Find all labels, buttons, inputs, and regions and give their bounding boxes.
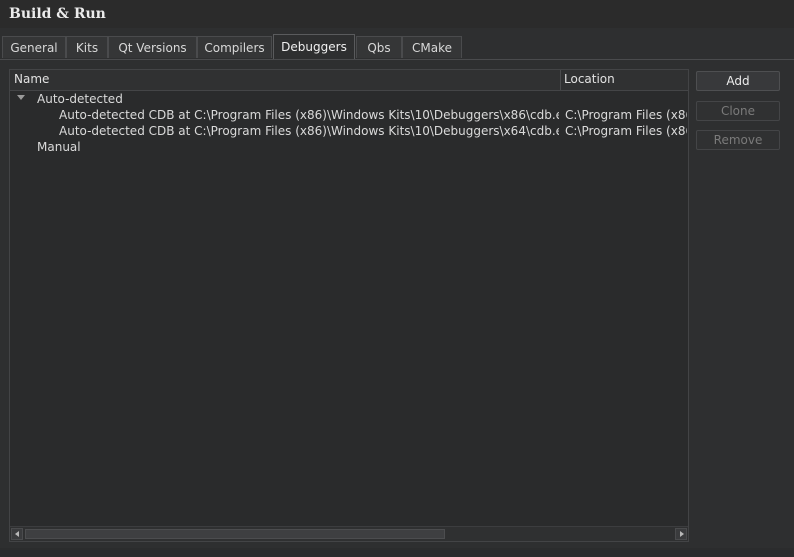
tab-cmake[interactable]: CMake — [402, 36, 462, 58]
bottom-edge — [0, 548, 794, 557]
tree-group-auto-detected[interactable]: Auto-detected — [10, 92, 688, 108]
table-row[interactable]: Auto-detected CDB at C:\Program Files (x… — [10, 124, 688, 140]
tab-kits[interactable]: Kits — [66, 36, 108, 58]
add-button[interactable]: Add — [696, 71, 780, 91]
group-label: Auto-detected — [37, 92, 123, 106]
title-bar: Build & Run — [0, 0, 794, 28]
column-header-name[interactable]: Name — [14, 72, 49, 86]
arrow-left-icon — [15, 531, 19, 537]
tab-debuggers[interactable]: Debuggers — [273, 34, 355, 59]
horizontal-scrollbar[interactable] — [10, 526, 688, 541]
tab-qbs[interactable]: Qbs — [356, 36, 402, 58]
debugger-location: C:\Program Files (x86 — [565, 124, 687, 138]
tab-bar: General Kits Qt Versions Compilers Debug… — [0, 34, 794, 59]
scroll-left-button[interactable] — [11, 528, 23, 540]
debuggers-tree[interactable]: Name Location Auto-detected Auto-detecte… — [9, 69, 689, 542]
tab-general[interactable]: General — [2, 36, 66, 58]
chevron-down-icon[interactable] — [17, 95, 25, 100]
column-divider[interactable] — [560, 70, 561, 90]
tab-qt-versions[interactable]: Qt Versions — [108, 36, 197, 58]
tab-divider — [0, 59, 794, 60]
group-label: Manual — [37, 140, 81, 154]
clone-button[interactable]: Clone — [696, 101, 780, 121]
scroll-right-button[interactable] — [675, 528, 687, 540]
column-header-location[interactable]: Location — [564, 72, 615, 86]
scroll-thumb[interactable] — [25, 529, 445, 539]
debugger-location: C:\Program Files (x86 — [565, 108, 687, 122]
tree-group-manual[interactable]: Manual — [10, 140, 688, 156]
tab-compilers[interactable]: Compilers — [197, 36, 272, 58]
debugger-name: Auto-detected CDB at C:\Program Files (x… — [59, 124, 559, 138]
arrow-right-icon — [680, 531, 684, 537]
remove-button[interactable]: Remove — [696, 130, 780, 150]
table-row[interactable]: Auto-detected CDB at C:\Program Files (x… — [10, 108, 688, 124]
table-header: Name Location — [10, 70, 688, 91]
page-title: Build & Run — [9, 6, 106, 22]
debugger-name: Auto-detected CDB at C:\Program Files (x… — [59, 108, 559, 122]
